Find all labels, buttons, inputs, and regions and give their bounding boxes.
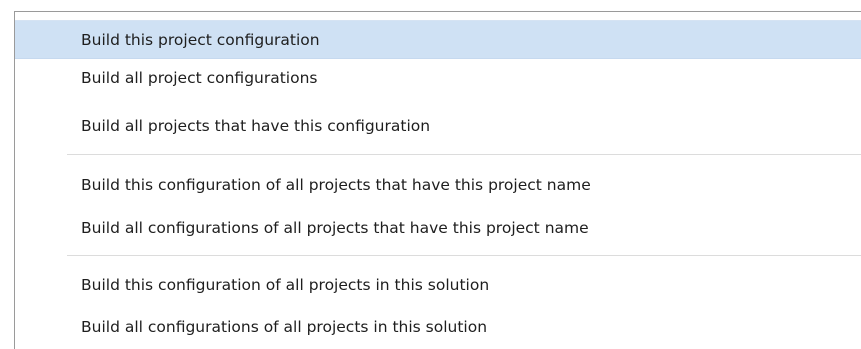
menu-separator (67, 154, 861, 155)
menu-item-label: Build this configuration of all projects… (81, 176, 591, 194)
menu-item-label: Build this configuration of all projects… (81, 276, 490, 294)
menu-item-build-all-configurations-solution[interactable]: Build all configurations of all projects… (15, 308, 861, 347)
menu-item-label: Build all projects that have this config… (81, 117, 431, 135)
menu-item-build-all-configurations-same-project-name[interactable]: Build all configurations of all projects… (15, 209, 861, 248)
menu-separator (67, 255, 861, 256)
menu-item-label: Build all configurations of all projects… (81, 318, 488, 336)
menu-item-label: Build all project configurations (81, 69, 318, 87)
context-menu: Build this project configuration Build a… (0, 0, 861, 349)
menu-item-build-this-configuration-same-project-name[interactable]: Build this configuration of all projects… (15, 166, 861, 205)
menu-item-label: Build this project configuration (81, 31, 320, 49)
menu-border-top (14, 11, 861, 12)
menu-item-build-all-project-configurations[interactable]: Build all project configurations (15, 59, 861, 98)
menu-item-build-all-projects-with-this-configuration[interactable]: Build all projects that have this config… (15, 107, 861, 146)
menu-item-build-this-project-configuration[interactable]: Build this project configuration (15, 20, 861, 59)
menu-item-label: Build all configurations of all projects… (81, 219, 589, 237)
menu-item-build-this-configuration-solution[interactable]: Build this configuration of all projects… (15, 266, 861, 305)
